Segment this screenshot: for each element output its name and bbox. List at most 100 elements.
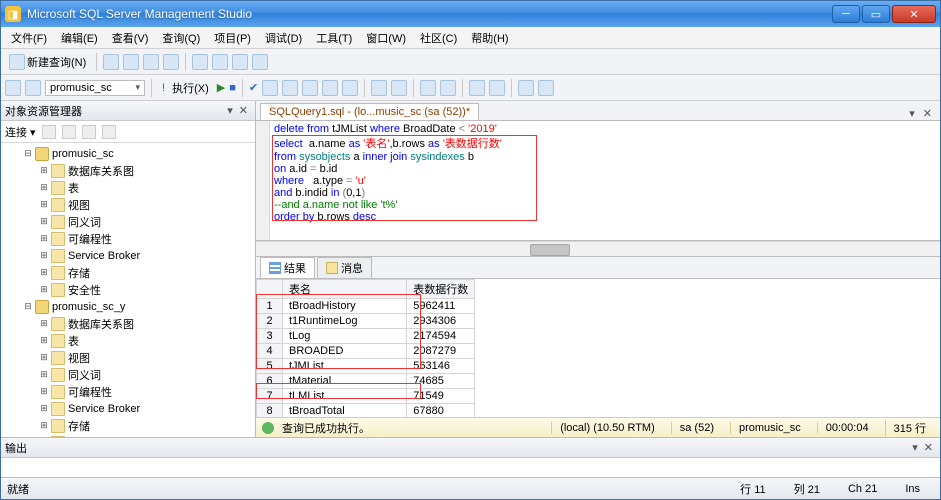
- tree-node[interactable]: ⊞Service Broker: [1, 400, 255, 417]
- toolbar-icon[interactable]: [302, 80, 318, 96]
- toolbar-icon[interactable]: [103, 54, 119, 70]
- pin-icon[interactable]: ▾: [224, 104, 236, 117]
- menu-help[interactable]: 帮助(H): [465, 28, 514, 48]
- sql-editor[interactable]: delete from tJMList where BroadDate < '2…: [256, 121, 940, 241]
- toolbar-icon[interactable]: [469, 80, 485, 96]
- toolbar-icon[interactable]: [143, 54, 159, 70]
- column-header[interactable]: 表数据行数: [407, 280, 475, 299]
- toolbar-icon[interactable]: [420, 80, 436, 96]
- object-tree[interactable]: ⊟promusic_sc⊞数据库关系图⊞表⊞视图⊞同义词⊞可编程性⊞Servic…: [1, 143, 255, 437]
- query-statusbar: 查询已成功执行。 (local) (10.50 RTM) sa (52) pro…: [256, 417, 940, 437]
- object-explorer-header[interactable]: 对象资源管理器 ▾ ✕: [1, 101, 255, 121]
- output-body[interactable]: [1, 458, 940, 477]
- close-pane-icon[interactable]: ✕: [236, 104, 251, 117]
- tree-node[interactable]: ⊞同义词: [1, 213, 255, 230]
- editor-scrollbar[interactable]: [256, 241, 940, 257]
- play-icon[interactable]: ▶: [217, 81, 225, 94]
- tab-results[interactable]: 结果: [260, 257, 315, 278]
- table-row[interactable]: 3tLog2174594: [257, 329, 475, 344]
- toolbar-icon[interactable]: [252, 54, 268, 70]
- menu-edit[interactable]: 编辑(E): [55, 28, 104, 48]
- separator: [242, 79, 243, 97]
- table-row[interactable]: 5tJMList563146: [257, 359, 475, 374]
- menu-window[interactable]: 窗口(W): [360, 28, 412, 48]
- toolbar-icon[interactable]: [42, 125, 56, 139]
- tree-node[interactable]: ⊞表: [1, 332, 255, 349]
- toolbar-icon[interactable]: [282, 80, 298, 96]
- toolbar-icon[interactable]: [391, 80, 407, 96]
- tree-node[interactable]: ⊞表: [1, 179, 255, 196]
- toolbar-icon[interactable]: [440, 80, 456, 96]
- toolbar-icon[interactable]: [62, 125, 76, 139]
- menu-debug[interactable]: 调试(D): [259, 28, 308, 48]
- minimize-button[interactable]: ─: [832, 5, 860, 23]
- tree-node[interactable]: ⊞存储: [1, 264, 255, 281]
- tree-node[interactable]: ⊞安全性: [1, 281, 255, 298]
- menu-community[interactable]: 社区(C): [414, 28, 463, 48]
- table-row[interactable]: 1tBroadHistory5962411: [257, 299, 475, 314]
- menu-view[interactable]: 查看(V): [106, 28, 155, 48]
- status-ch: Ch 21: [834, 483, 891, 495]
- success-icon: [262, 422, 274, 434]
- tree-node[interactable]: ⊞视图: [1, 196, 255, 213]
- editor-tab[interactable]: SQLQuery1.sql - (lo...music_sc (sa (52))…: [260, 103, 479, 120]
- tree-node[interactable]: ⊞可编程性: [1, 383, 255, 400]
- database-selector[interactable]: promusic_sc: [45, 80, 145, 96]
- toolbar-icon[interactable]: [163, 54, 179, 70]
- new-query-button[interactable]: 新建查询(N): [5, 52, 90, 72]
- tree-node[interactable]: ⊟promusic_sc: [1, 145, 255, 162]
- toolbar-icon[interactable]: [123, 54, 139, 70]
- toolbar-icon[interactable]: [538, 80, 554, 96]
- table-row[interactable]: 4BROADED2087279: [257, 344, 475, 359]
- menu-tools[interactable]: 工具(T): [310, 28, 358, 48]
- toolbar-icon[interactable]: [212, 54, 228, 70]
- menu-project[interactable]: 项目(P): [208, 28, 257, 48]
- toolbar-icon[interactable]: [262, 80, 278, 96]
- pin-icon[interactable]: ▾: [909, 441, 921, 454]
- toolbar-icon[interactable]: [489, 80, 505, 96]
- tree-node[interactable]: ⊞存储: [1, 417, 255, 434]
- tab-messages[interactable]: 消息: [317, 257, 372, 278]
- table-row[interactable]: 6tMaterial74685: [257, 374, 475, 389]
- output-header[interactable]: 输出 ▾ ✕: [1, 438, 940, 458]
- toolbar-icon[interactable]: [232, 54, 248, 70]
- titlebar[interactable]: ◨ Microsoft SQL Server Management Studio…: [1, 1, 940, 27]
- pause-icon[interactable]: ■: [229, 82, 236, 94]
- menu-query[interactable]: 查询(Q): [156, 28, 206, 48]
- refresh-icon[interactable]: [102, 125, 116, 139]
- sql-code[interactable]: delete from tJMList where BroadDate < '2…: [270, 121, 940, 240]
- close-button[interactable]: ✕: [892, 5, 936, 23]
- column-header[interactable]: 表名: [283, 280, 407, 299]
- results-table[interactable]: 表名表数据行数1tBroadHistory59624112t1RuntimeLo…: [256, 279, 475, 417]
- toolbar-icon[interactable]: [342, 80, 358, 96]
- maximize-button[interactable]: ▭: [862, 5, 890, 23]
- filter-icon[interactable]: [82, 125, 96, 139]
- tab-menu-icon[interactable]: ▾: [905, 107, 919, 120]
- tree-node[interactable]: ⊟promusic_sc_y: [1, 298, 255, 315]
- tree-node[interactable]: ⊞同义词: [1, 366, 255, 383]
- status-elapsed: 00:00:04: [817, 422, 877, 434]
- tree-node[interactable]: ⊞可编程性: [1, 230, 255, 247]
- connect-button[interactable]: 连接 ▾: [5, 124, 36, 140]
- toolbar-icon[interactable]: [322, 80, 338, 96]
- table-row[interactable]: 2t1RuntimeLog2934306: [257, 314, 475, 329]
- execute-button[interactable]: ! 执行(X): [158, 78, 213, 98]
- table-row[interactable]: 8tBroadTotal67880: [257, 404, 475, 418]
- table-row[interactable]: 7tLMList71549: [257, 389, 475, 404]
- close-pane-icon[interactable]: ✕: [921, 441, 936, 454]
- tree-node[interactable]: ⊞数据库关系图: [1, 315, 255, 332]
- tree-node[interactable]: ⊞数据库关系图: [1, 162, 255, 179]
- tree-node[interactable]: ⊞视图: [1, 349, 255, 366]
- tab-close-icon[interactable]: ✕: [919, 107, 936, 120]
- results-grid[interactable]: 表名表数据行数1tBroadHistory59624112t1RuntimeLo…: [256, 279, 940, 417]
- toolbar-icon[interactable]: [192, 54, 208, 70]
- toolbar-icon[interactable]: [5, 80, 21, 96]
- toolbar-icon[interactable]: [371, 80, 387, 96]
- tree-node[interactable]: ⊞Service Broker: [1, 247, 255, 264]
- toolbar-icon[interactable]: [25, 80, 41, 96]
- scrollbar-thumb[interactable]: [530, 244, 570, 256]
- status-ins: Ins: [891, 483, 934, 495]
- toolbar-icon[interactable]: [518, 80, 534, 96]
- check-icon[interactable]: ✔: [249, 81, 258, 94]
- menu-file[interactable]: 文件(F): [5, 28, 53, 48]
